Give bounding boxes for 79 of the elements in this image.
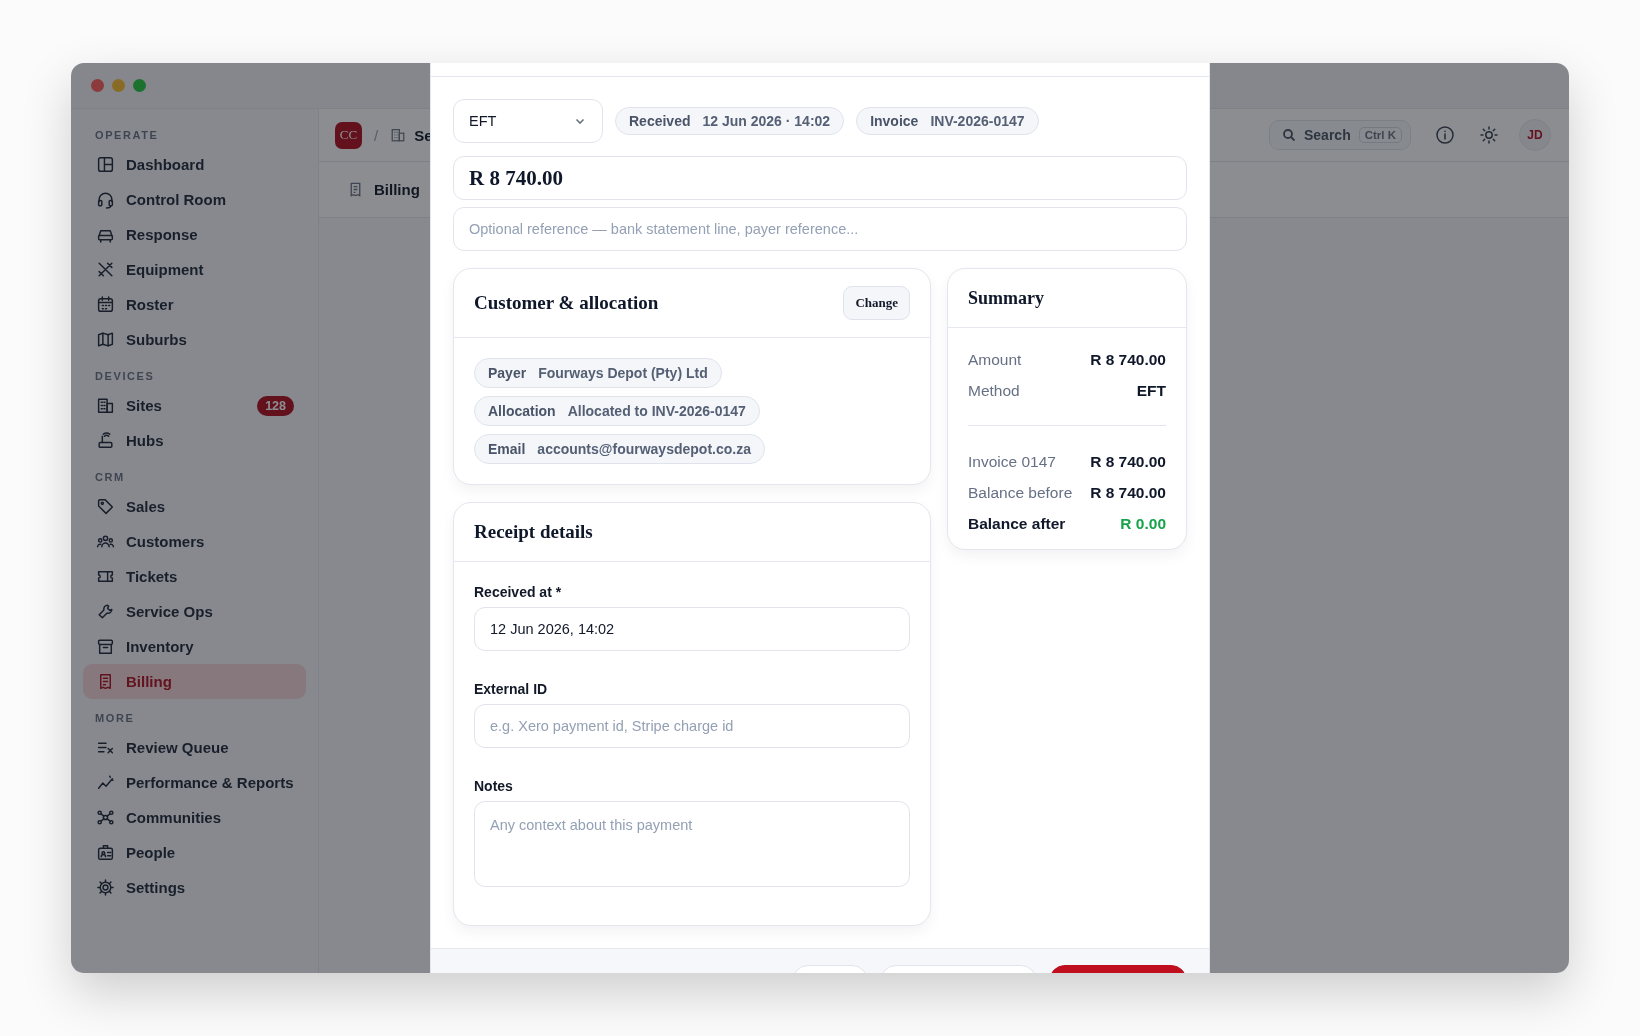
info-pill: Email accounts@fourwaysdepot.co.za (474, 434, 765, 464)
summary-value: EFT (1136, 381, 1166, 400)
field-label: Notes (474, 778, 514, 794)
summary-label: Balance after (968, 514, 1066, 533)
sidebar-item[interactable]: Control Room (83, 182, 306, 217)
input-field[interactable]: e.g. Xero payment id, Stripe charge id (474, 704, 910, 748)
tag-icon (96, 497, 115, 516)
sidebar-item[interactable]: Hubs (83, 423, 306, 458)
sidebar-item[interactable]: Billing (83, 664, 306, 699)
summary-label: Amount (968, 350, 1022, 369)
page-tab[interactable]: Billing (347, 181, 420, 198)
method-dropdown[interactable]: EFT (453, 99, 603, 143)
sidebar-item[interactable]: Settings (83, 870, 306, 905)
reference-field[interactable]: Optional reference — bank statement line, payer reference... (453, 207, 1187, 251)
card-title: Summary (968, 287, 1044, 309)
info-pill: Allocation Allocated to INV-2026-0147 (474, 396, 760, 426)
calendar-icon (96, 295, 115, 314)
summary-value: R 8 740.00 (1090, 483, 1166, 502)
sidebar-item[interactable]: Suburbs (83, 322, 306, 357)
summary-label: Method (968, 381, 1020, 400)
sidebar-item[interactable]: Dashboard (83, 147, 306, 182)
building-icon (96, 396, 115, 415)
minimize-window-button[interactable] (112, 79, 125, 92)
input-field[interactable]: 12 Jun 2026, 14:02 (474, 607, 910, 651)
sidebar-item[interactable]: Equipment (83, 252, 306, 287)
sidebar-item[interactable]: Response (83, 217, 306, 252)
summary-label: Invoice 0147 (968, 452, 1056, 471)
notes-field[interactable]: Any context about this payment (474, 801, 910, 887)
building-icon (390, 127, 407, 143)
summary-value: R 8 740.00 (1090, 452, 1166, 471)
logo[interactable]: CC (335, 121, 362, 149)
sun-icon[interactable] (1479, 125, 1499, 145)
search-icon (1282, 128, 1296, 142)
info-pill: Invoice INV-2026-0147 (856, 107, 1039, 135)
sidebar-section-label: DEVICES (94, 369, 156, 384)
map-icon (96, 330, 115, 349)
sidebar-item[interactable]: Service Ops (83, 594, 306, 629)
headset-icon (96, 190, 115, 209)
sidebar-section-label: OPERATE (94, 128, 160, 143)
zoom-window-button[interactable] (133, 79, 146, 92)
sidebar-item[interactable]: People (83, 835, 306, 870)
archive-icon (96, 637, 115, 656)
sidebar-item[interactable]: Customers (83, 524, 306, 559)
router-icon (96, 431, 115, 450)
sidebar-item[interactable]: Inventory (83, 629, 306, 664)
sidebar-item[interactable]: Sites 128 (83, 388, 306, 423)
sidebar-item[interactable]: Review Queue (83, 730, 306, 765)
sidebar-item[interactable]: Sales (83, 489, 306, 524)
chart-line-icon (96, 773, 115, 792)
summary-label: Balance before (968, 483, 1073, 502)
sidebar-item[interactable]: Tickets (83, 559, 306, 594)
sidebar-item[interactable]: Communities (83, 800, 306, 835)
field-label: Received at * (474, 584, 563, 600)
sidebar-section-label: CRM (94, 470, 126, 485)
change-button[interactable]: Change (843, 286, 910, 320)
info-pill: Received 12 Jun 2026 · 14:02 (615, 107, 845, 135)
card-title: Receipt details (474, 521, 593, 543)
grid-icon (96, 155, 115, 174)
sidebar-section-label: MORE (94, 711, 136, 726)
close-window-button[interactable] (91, 79, 104, 92)
network-icon (96, 808, 115, 827)
info-pill: Payer Fourways Depot (Pty) Ltd (474, 358, 722, 388)
tools-icon (96, 260, 115, 279)
field-label: External ID (474, 681, 549, 697)
summary-value: R 8 740.00 (1090, 350, 1166, 369)
info-icon[interactable] (1435, 125, 1455, 145)
search-button[interactable]: Search Ctrl K (1269, 120, 1411, 150)
gear-icon (96, 878, 115, 897)
amount-field[interactable]: R 8 740.00 (453, 156, 1187, 200)
id-badge-icon (96, 843, 115, 862)
count-badge: 128 (257, 395, 294, 416)
summary-value: R 0.00 (1120, 514, 1166, 533)
breadcrumb-separator: / (374, 126, 379, 144)
card-title: Customer & allocation (474, 292, 659, 314)
wrench-icon (96, 602, 115, 621)
user-avatar[interactable]: JD (1519, 119, 1551, 151)
keyboard-shortcut: Ctrl K (1358, 127, 1402, 143)
sidebar-item[interactable]: Roster (83, 287, 306, 322)
sidebar-item[interactable]: Performance & Reports (83, 765, 306, 800)
